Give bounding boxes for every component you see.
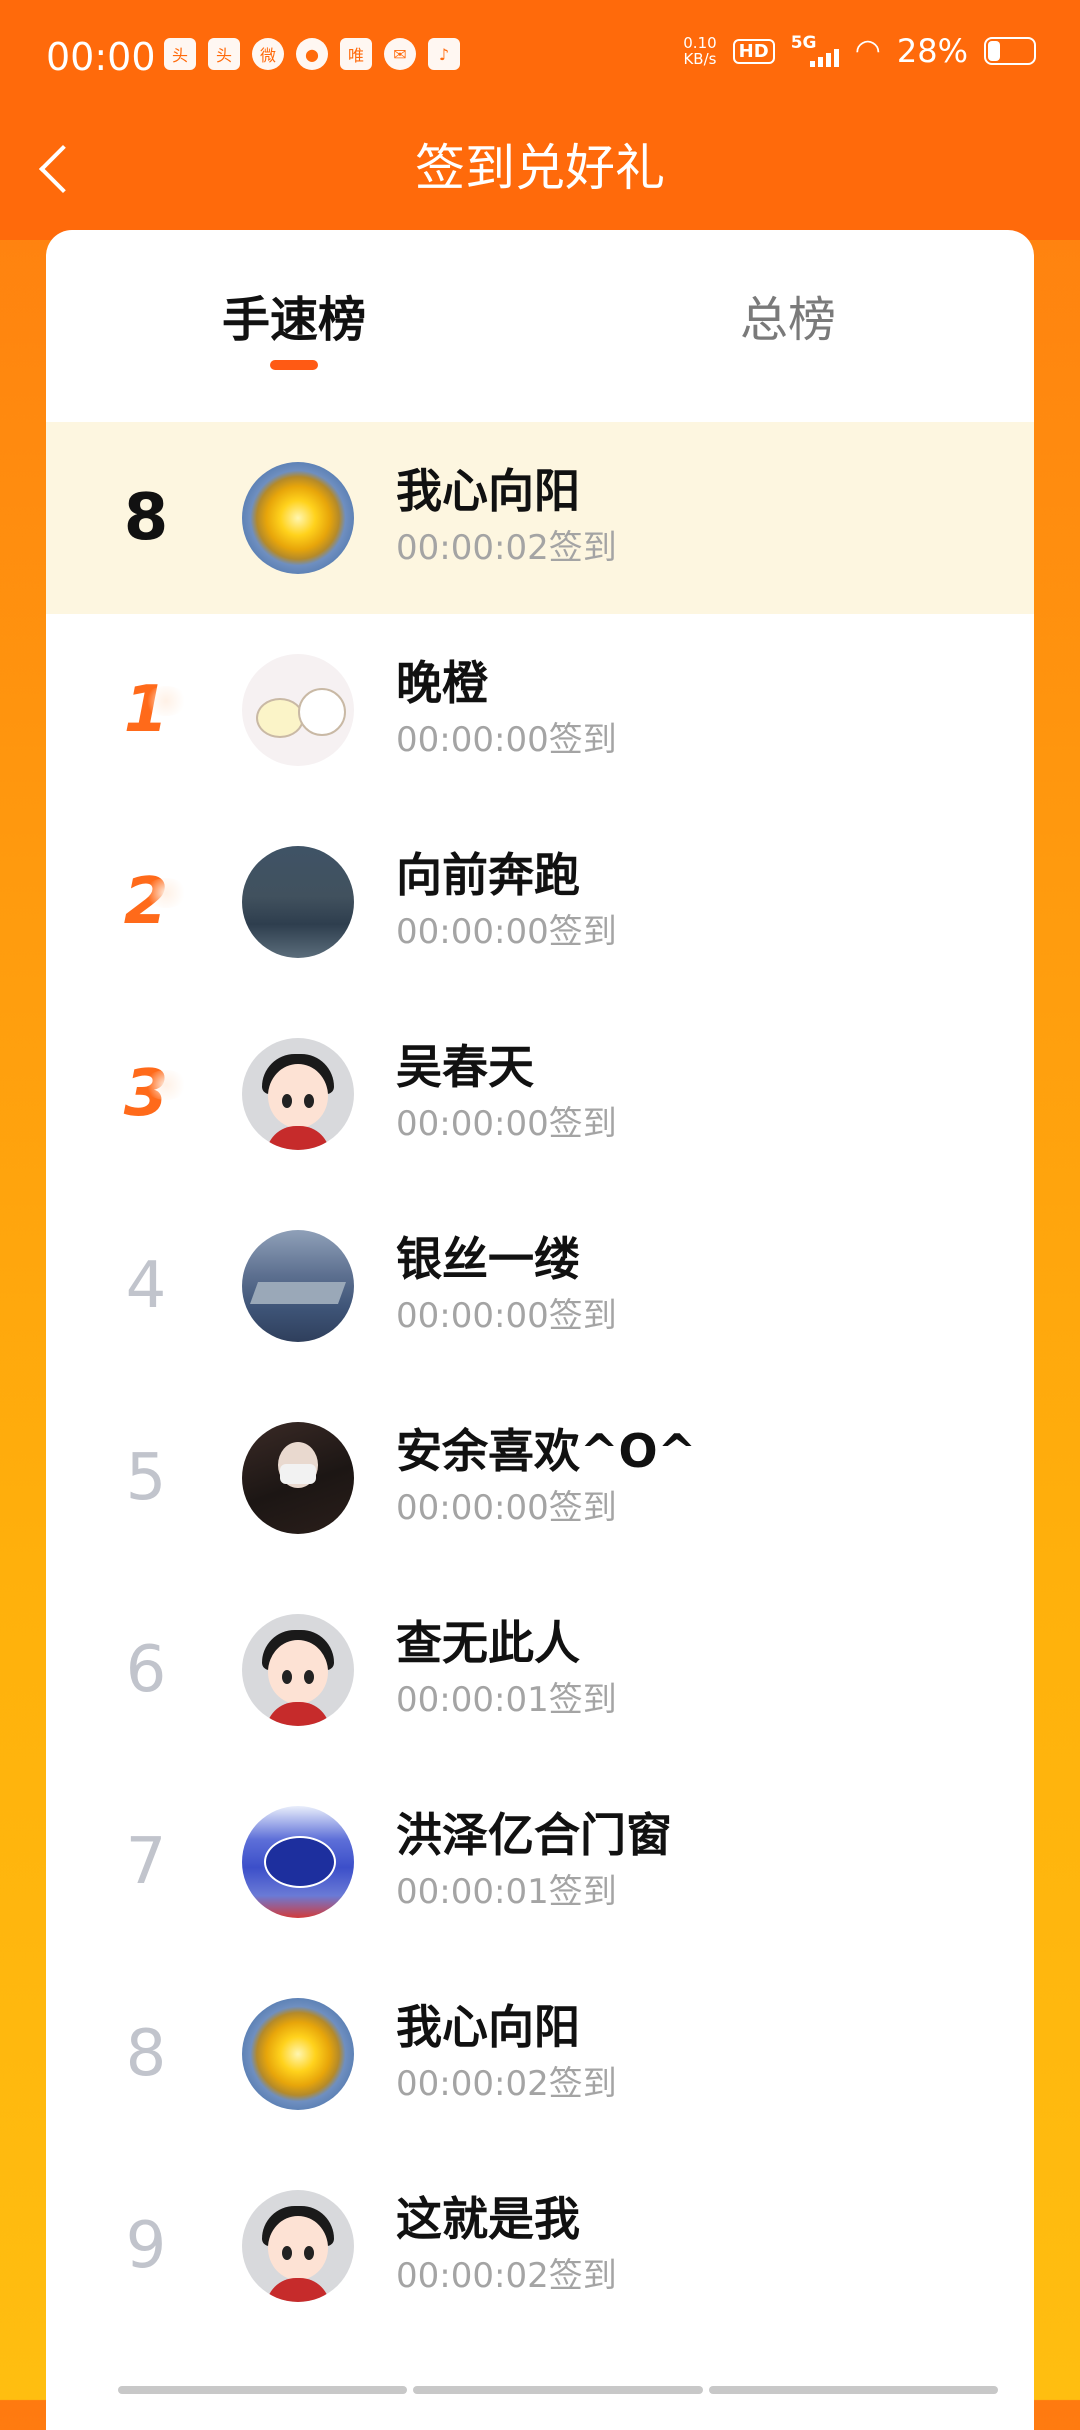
avatar (242, 846, 354, 958)
active-tab-indicator (270, 360, 318, 370)
avatar (242, 1038, 354, 1150)
sign-in-time: 00:00:00签到 (396, 1296, 617, 1336)
sign-in-time: 00:00:00签到 (396, 720, 617, 760)
rank-number: 8 (125, 2017, 167, 2091)
ranking-row[interactable]: 6 查无此人 00:00:01签到 (46, 1574, 1034, 1766)
toutiao-news-icon: 头 (208, 38, 240, 70)
status-right: 0.10 KB/s HD 5G ◠ 28% (683, 32, 1036, 70)
battery-icon (984, 37, 1036, 65)
my-rank-name: 我心向阳 (396, 464, 580, 518)
rank-number: 2 (96, 854, 196, 950)
user-name: 这就是我 (396, 2192, 580, 2246)
avatar (242, 462, 354, 574)
rank-number: 1 (96, 662, 196, 758)
avatar (242, 1614, 354, 1726)
hd-icon: HD (732, 38, 775, 64)
my-rank-row[interactable]: 8 我心向阳 00:00:02签到 (46, 422, 1034, 614)
user-name: 银丝一缕 (396, 1232, 580, 1286)
user-name: 查无此人 (396, 1616, 580, 1670)
sign-in-time: 00:00:01签到 (396, 1872, 617, 1912)
status-time: 00:00 (46, 35, 156, 79)
ranking-row[interactable]: 2 向前奔跑 00:00:00签到 (46, 806, 1034, 998)
ranking-row[interactable]: 8 我心向阳 00:00:02签到 (46, 1958, 1034, 2150)
toutiao-icon: 头 (164, 38, 196, 70)
rank-number: 7 (125, 1825, 167, 1899)
app-header: 签到兑好礼 (0, 110, 1080, 240)
wifi-icon: ◠ (854, 33, 881, 68)
page-title: 签到兑好礼 (415, 139, 665, 197)
vip-icon: 唯 (340, 38, 372, 70)
more-rows-hint (118, 2386, 998, 2394)
rank-number: 6 (125, 1633, 167, 1707)
ranking-row[interactable]: 4 银丝一缕 00:00:00签到 (46, 1190, 1034, 1382)
user-name: 向前奔跑 (396, 848, 580, 902)
rank-number: 3 (96, 1046, 196, 1142)
signal-icon: 5G (791, 33, 839, 69)
sign-in-time: 00:00:00签到 (396, 1104, 617, 1144)
avatar (242, 2190, 354, 2302)
avatar (242, 1422, 354, 1534)
avatar (242, 1806, 354, 1918)
user-name: 安余喜欢^O^ (396, 1424, 697, 1478)
tab-total-ranking[interactable]: 总榜 (740, 290, 836, 350)
battery-percent: 28% (896, 32, 968, 70)
rank-number: 4 (125, 1249, 167, 1323)
notification-icons: 头 头 微 ● 唯 ✉ ♪ (164, 38, 460, 70)
ranking-row[interactable]: 1 晚橙 00:00:00签到 (46, 614, 1034, 806)
sign-in-time: 00:00:00签到 (396, 912, 617, 952)
sign-in-time: 00:00:02签到 (396, 2256, 617, 2296)
user-name: 吴春天 (396, 1040, 534, 1094)
ranking-row[interactable]: 9 这就是我 00:00:02签到 (46, 2150, 1034, 2342)
wechat-icon: ✉ (384, 38, 416, 70)
weibo-icon: 微 (252, 38, 284, 70)
sign-in-time: 00:00:01签到 (396, 1680, 617, 1720)
sign-in-time: 00:00:00签到 (396, 1488, 617, 1528)
ranking-row[interactable]: 7 洪泽亿合门窗 00:00:01签到 (46, 1766, 1034, 1958)
tab-speed-ranking[interactable]: 手速榜 (222, 290, 366, 350)
my-rank-number: 8 (123, 481, 169, 555)
avatar (242, 1998, 354, 2110)
rank-number: 5 (125, 1441, 167, 1515)
ranking-row[interactable]: 5 安余喜欢^O^ 00:00:00签到 (46, 1382, 1034, 1574)
network-speed: 0.10 KB/s (683, 34, 717, 68)
status-bar: 00:00 头 头 微 ● 唯 ✉ ♪ 0.10 KB/s HD 5G ◠ 28… (0, 0, 1080, 110)
rank-number: 9 (125, 2209, 167, 2283)
leaderboard-card: 手速榜 总榜 8 我心向阳 00:00:02签到 1 晚橙 00:00:00签到… (46, 230, 1034, 2430)
avatar (242, 1230, 354, 1342)
user-name: 洪泽亿合门窗 (396, 1808, 672, 1862)
sign-in-time: 00:00:02签到 (396, 2064, 617, 2104)
avatar (242, 654, 354, 766)
leaderboard-tabs: 手速榜 总榜 (46, 230, 1034, 420)
user-name: 我心向阳 (396, 2000, 580, 2054)
message-icon: ● (296, 38, 328, 70)
my-rank-time: 00:00:02签到 (396, 528, 617, 568)
ranking-row[interactable]: 3 吴春天 00:00:00签到 (46, 998, 1034, 1190)
douyin-icon: ♪ (428, 38, 460, 70)
user-name: 晚橙 (396, 656, 488, 710)
